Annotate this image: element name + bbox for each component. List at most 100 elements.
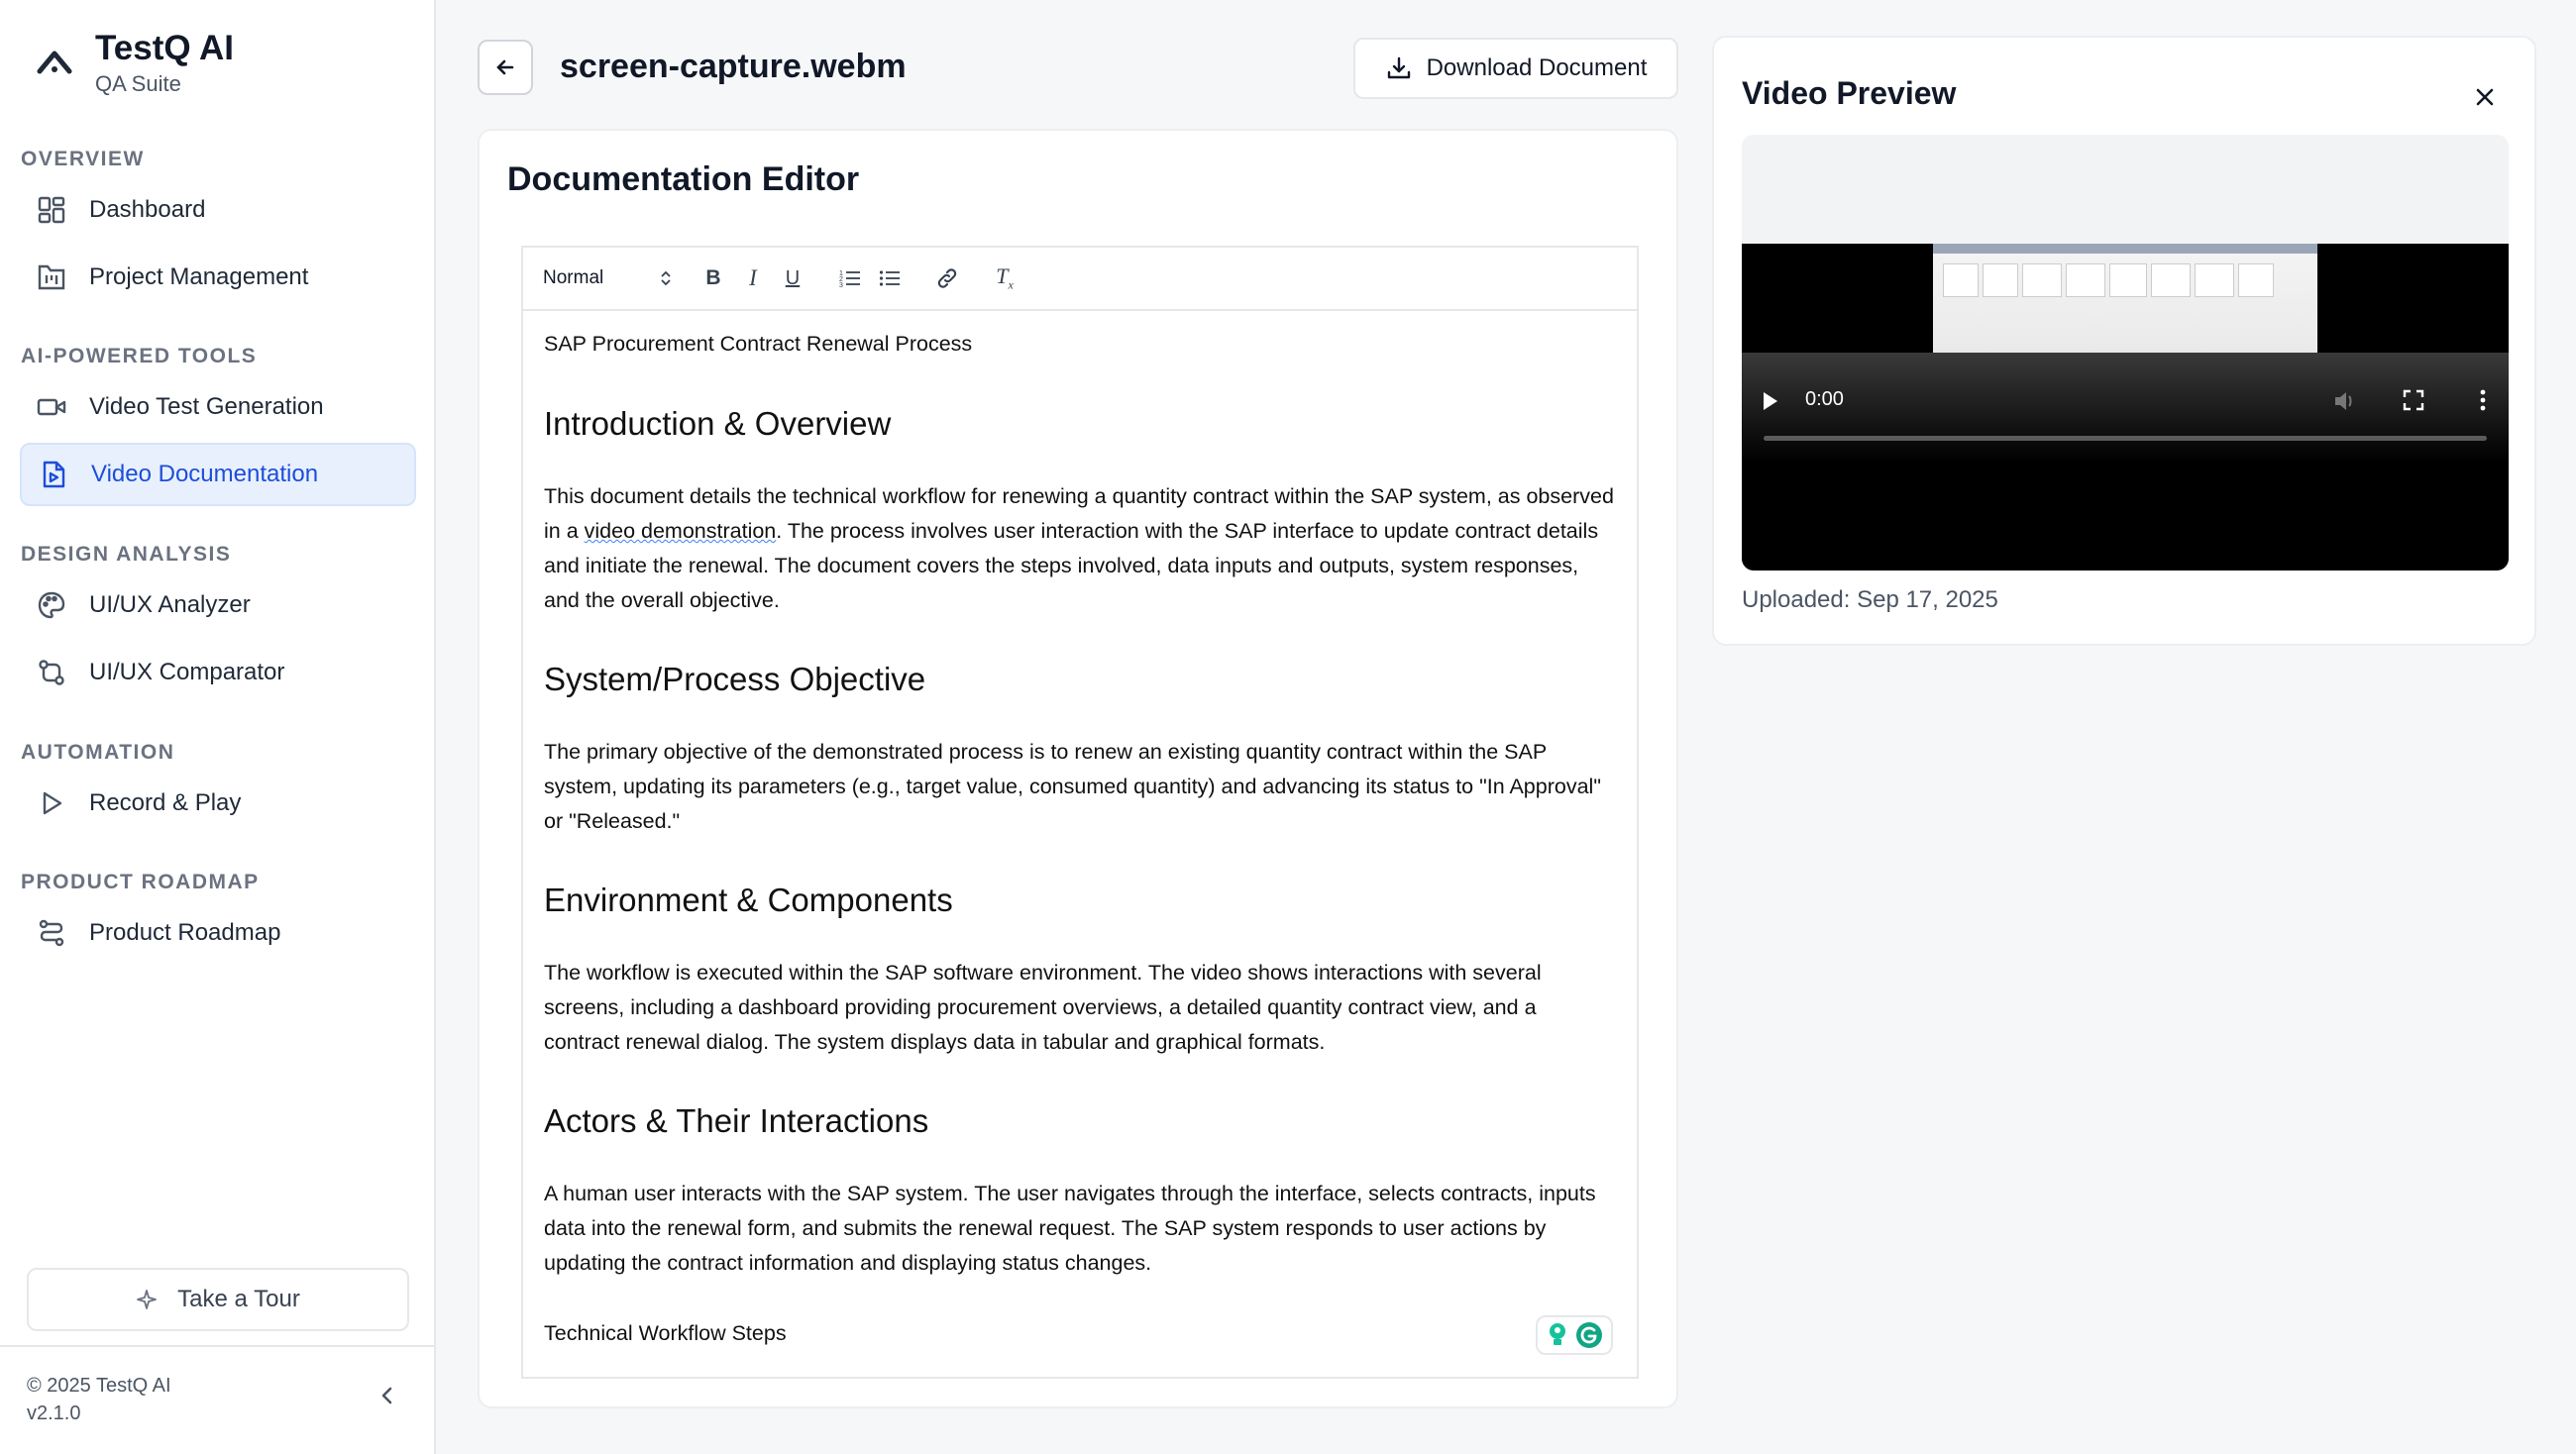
- thumbnail-tile: [2195, 263, 2234, 297]
- clear-format-icon: Tx: [996, 263, 1014, 292]
- grammarly-widget[interactable]: [1536, 1315, 1613, 1355]
- play-icon[interactable]: [1764, 392, 1777, 410]
- sidebar-item-record-play[interactable]: Record & Play: [20, 772, 416, 835]
- nav-heading: PRODUCT ROADMAP: [21, 871, 260, 893]
- editor-title: Documentation Editor: [507, 160, 860, 198]
- sidebar: TestQ AI QA Suite OVERVIEW Dashboard Pro…: [0, 0, 436, 1454]
- sidebar-item-video-test-generation[interactable]: Video Test Generation: [20, 375, 416, 439]
- sidebar-footer: © 2025 TestQ AI v2.1.0: [0, 1345, 436, 1454]
- italic-icon: I: [749, 265, 757, 290]
- thumbnail-topbar: [1933, 244, 2317, 254]
- arrow-left-icon: [496, 59, 514, 75]
- doc-heading: Actors & Their Interactions: [544, 1102, 929, 1139]
- ordered-list-button[interactable]: 123: [830, 259, 870, 298]
- italic-button[interactable]: I: [733, 259, 773, 298]
- close-icon: [2476, 88, 2494, 106]
- doc-paragraph: The workflow is executed within the SAP …: [544, 961, 1542, 1054]
- video-preview-card: Video Preview 0:00 Uploaded: Sep 17, 202…: [1712, 36, 2536, 646]
- doc-paragraph: The primary objective of the demonstrate…: [544, 740, 1601, 833]
- nav-heading: AUTOMATION: [21, 741, 175, 764]
- sidebar-item-label: UI/UX Comparator: [89, 659, 285, 685]
- volume-icon[interactable]: [2332, 388, 2358, 414]
- editor-toolbar: Normal B I U 123 Tx: [521, 246, 1639, 311]
- spellcheck-underlined-text: video demonstration: [584, 519, 777, 543]
- doc-paragraph: This document details the technical work…: [544, 479, 1617, 618]
- grammarly-icon: [1576, 1322, 1602, 1348]
- sidebar-item-label: Video Documentation: [91, 461, 319, 487]
- download-document-button[interactable]: Download Document: [1353, 38, 1678, 99]
- editor-content[interactable]: SAP Procurement Contract Renewal Process…: [521, 311, 1639, 1379]
- sidebar-item-dashboard[interactable]: Dashboard: [20, 178, 416, 242]
- doc-first-line: SAP Procurement Contract Renewal Process: [544, 332, 973, 356]
- bold-icon: B: [705, 266, 721, 289]
- bullet-list-button[interactable]: [870, 259, 910, 298]
- doc-paragraph: Technical Workflow Steps: [544, 1321, 787, 1345]
- format-select-value: Normal: [543, 267, 604, 288]
- preview-title: Video Preview: [1742, 75, 1957, 111]
- more-vertical-icon[interactable]: [2471, 386, 2495, 414]
- nav-heading: AI-POWERED TOOLS: [21, 345, 258, 367]
- route-icon: [34, 915, 69, 951]
- link-button[interactable]: [927, 259, 967, 298]
- thumbnail-tile: [2238, 263, 2274, 297]
- sidebar-item-video-documentation[interactable]: Video Documentation: [20, 443, 416, 506]
- sidebar-item-label: Record & Play: [89, 789, 242, 816]
- doc-heading: System/Process Objective: [544, 661, 926, 697]
- sparkle-icon: [137, 1290, 158, 1309]
- thumbnail-tile: [2151, 263, 2191, 297]
- sidebar-item-label: Product Roadmap: [89, 919, 281, 946]
- video-time: 0:00: [1805, 388, 1844, 410]
- download-label: Download Document: [1426, 54, 1648, 81]
- brand[interactable]: TestQ AI QA Suite: [34, 28, 234, 97]
- sidebar-item-ui-ux-comparator[interactable]: UI/UX Comparator: [20, 641, 416, 704]
- underline-icon: U: [785, 266, 801, 289]
- back-button[interactable]: [478, 40, 533, 95]
- documentation-editor-card: Documentation Editor Normal B I U 123 Tx…: [478, 129, 1678, 1408]
- sidebar-item-ui-ux-analyzer[interactable]: UI/UX Analyzer: [20, 573, 416, 637]
- underline-button[interactable]: U: [773, 259, 812, 298]
- lightbulb-icon: [1550, 1323, 1565, 1345]
- palette-icon: [34, 587, 69, 623]
- sidebar-item-label: Project Management: [89, 263, 309, 290]
- clear-format-button[interactable]: Tx: [985, 259, 1024, 298]
- page-title: screen-capture.webm: [560, 48, 907, 85]
- select-arrows-icon: [661, 270, 671, 286]
- video-progress-bar[interactable]: [1764, 436, 2487, 441]
- uploaded-date: Uploaded: Sep 17, 2025: [1742, 586, 1998, 613]
- doc-heading: Environment & Components: [544, 882, 953, 918]
- link-icon: [937, 268, 957, 288]
- file-video-icon: [36, 457, 71, 492]
- thumbnail-tile: [1983, 263, 2018, 297]
- brand-title: TestQ AI: [95, 29, 235, 67]
- git-compare-icon: [34, 655, 69, 690]
- play-icon: [34, 785, 69, 821]
- fullscreen-icon[interactable]: [2402, 388, 2425, 412]
- video-player[interactable]: 0:00: [1742, 135, 2509, 571]
- rich-text-editor: Normal B I U 123 Tx SAP Procurement Cont…: [521, 246, 1639, 1379]
- dashboard-icon: [34, 192, 69, 228]
- sidebar-item-label: UI/UX Analyzer: [89, 591, 251, 618]
- nav-section-automation: AUTOMATION Record & Play: [20, 738, 416, 835]
- thumbnail-tile: [2109, 263, 2147, 297]
- format-select[interactable]: Normal: [543, 267, 672, 289]
- download-icon: [1387, 56, 1410, 79]
- thumbnail-tile: [2066, 263, 2105, 297]
- bullet-list-icon: [879, 270, 900, 286]
- take-a-tour-label: Take a Tour: [177, 1286, 300, 1312]
- copyright: © 2025 TestQ AI: [27, 1375, 171, 1397]
- sidebar-item-product-roadmap[interactable]: Product Roadmap: [20, 901, 416, 965]
- take-a-tour-button[interactable]: Take a Tour: [27, 1268, 409, 1331]
- logo-chevron-icon: [37, 51, 72, 74]
- video-controls: 0:00: [1742, 353, 2509, 462]
- bold-button[interactable]: B: [694, 259, 733, 298]
- version: v2.1.0: [27, 1402, 81, 1424]
- ordered-list-icon: 123: [839, 270, 860, 288]
- sidebar-item-label: Dashboard: [89, 196, 206, 223]
- nav-section-overview: OVERVIEW Dashboard Project Management: [20, 145, 416, 309]
- thumbnail-tile: [1943, 263, 1979, 297]
- sidebar-item-project-management[interactable]: Project Management: [20, 246, 416, 309]
- video-icon: [34, 389, 69, 425]
- close-button[interactable]: [2467, 79, 2503, 115]
- chevron-left-icon[interactable]: [375, 1383, 400, 1408]
- brand-subtitle: QA Suite: [95, 71, 181, 96]
